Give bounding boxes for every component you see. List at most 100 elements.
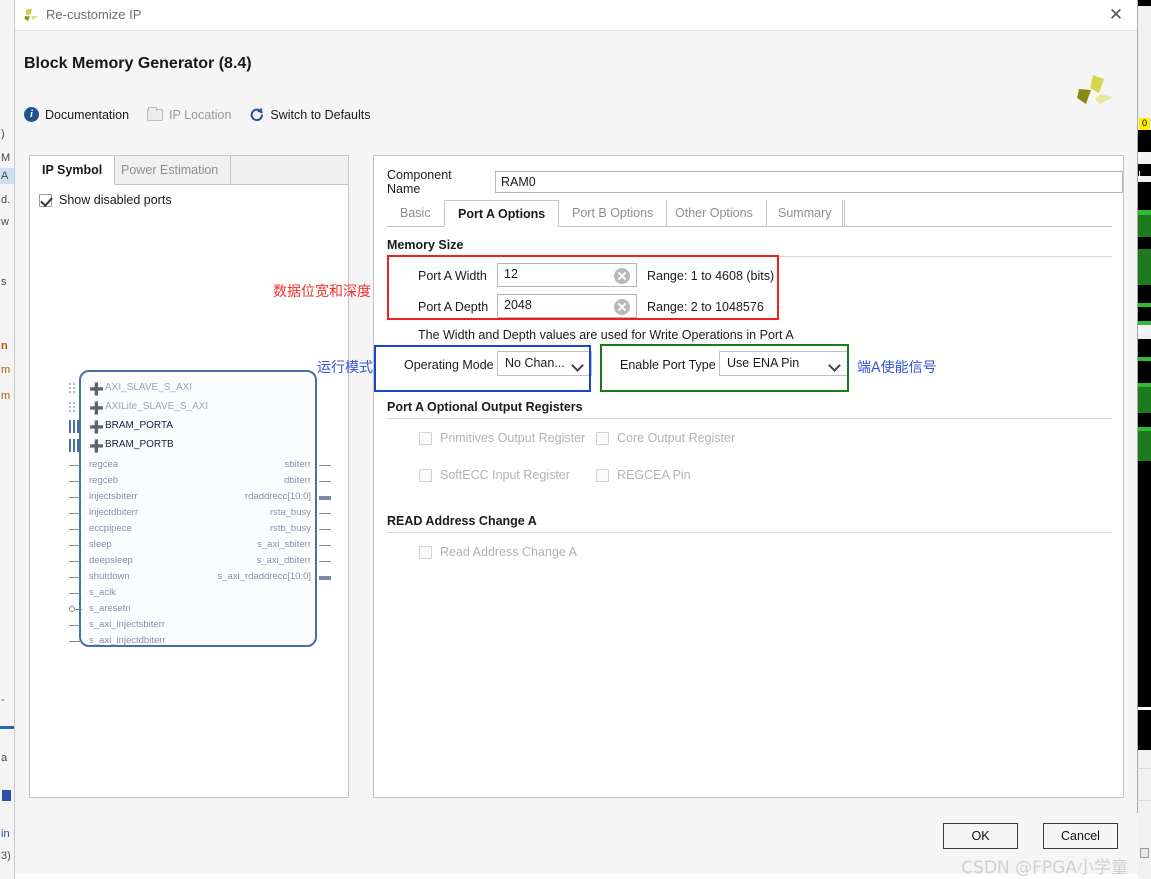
left-panel-tabs: IP Symbol Power Estimation [30, 156, 348, 185]
operating-mode-select[interactable]: No Chan... [497, 351, 592, 376]
port-a-depth-value: 2048 [504, 298, 532, 312]
pin-label: s_axi_injectdbiterr [89, 635, 166, 646]
operating-mode-label: Operating Mode [404, 358, 494, 372]
port-a-depth-label: Port A Depth [418, 300, 489, 314]
section-divider [387, 418, 1112, 419]
clear-icon[interactable] [614, 268, 630, 284]
pin-label: s_axi_dbiterr [256, 555, 311, 566]
cancel-button[interactable]: Cancel [1043, 823, 1118, 849]
chevron-down-icon [573, 361, 582, 370]
output-registers-title: Port A Optional Output Registers [387, 400, 583, 414]
pin-label: sbiterr [284, 459, 311, 470]
read-address-change-a-checkbox[interactable]: Read Address Change A [419, 545, 577, 559]
documentation-button[interactable]: i Documentation [24, 107, 129, 122]
clear-icon[interactable] [614, 299, 630, 315]
bus-dots-icon [69, 383, 78, 394]
annotation-text-width-depth: 数据位宽和深度 [273, 284, 371, 300]
dialog-header: Block Memory Generator (8.4) i Documenta… [15, 31, 1137, 138]
port-a-width-label: Port A Width [418, 269, 487, 283]
expand-plus-icon[interactable]: ➕ [89, 440, 104, 452]
bus-bars-icon [69, 439, 79, 452]
tab-port-b-options[interactable]: Port B Options [559, 200, 668, 227]
header-toolbar: i Documentation IP Location Switch to De… [24, 106, 370, 122]
ok-button[interactable]: OK [943, 823, 1018, 849]
tab-summary[interactable]: Summary [765, 200, 846, 227]
port-a-depth-range: Range: 2 to 1048576 [647, 300, 764, 314]
output-pin: sbiterr [81, 459, 331, 475]
expand-plus-icon[interactable]: ➕ [89, 421, 104, 433]
checkbox-icon [419, 545, 432, 559]
dialog-body: IP Symbol Power Estimation Show disabled… [15, 138, 1138, 813]
chevron-down-icon [830, 361, 839, 370]
refresh-icon [249, 107, 264, 122]
checkbox-icon [419, 468, 432, 482]
enable-port-type-value: Use ENA Pin [727, 356, 800, 370]
checkbox-icon [39, 193, 52, 207]
memory-size-title: Memory Size [387, 238, 464, 252]
close-icon[interactable]: ✕ [1105, 5, 1127, 27]
bus-row: ➕ BRAM_PORTB [69, 438, 319, 454]
background-window-right: 0 s L 0 [1138, 0, 1151, 879]
output-pin: s_axi_dbiterr [81, 555, 331, 571]
annotation-text-operating-mode: 运行模式 [317, 360, 373, 376]
pin-label: dbiterr [284, 475, 311, 486]
primitives-output-register-checkbox[interactable]: Primitives Output Register [419, 431, 585, 445]
port-a-depth-input[interactable]: 2048 [497, 294, 637, 318]
port-a-width-value: 12 [504, 267, 518, 281]
documentation-label: Documentation [45, 107, 130, 122]
ip-location-label: IP Location [169, 107, 232, 122]
annotation-text-enable-signal: 端A使能信号 [857, 360, 937, 376]
output-pin: rstb_busy [81, 523, 331, 539]
switch-to-defaults-label: Switch to Defaults [270, 107, 371, 122]
bus-label: BRAM_PORTA [105, 420, 173, 431]
dialog-title: Re-customize IP [46, 7, 142, 22]
checkbox-label: REGCEA Pin [617, 468, 691, 482]
output-pin: rdaddrecc[10:0] [81, 491, 331, 507]
tab-power-estimation[interactable]: Power Estimation [109, 156, 232, 185]
tab-ip-symbol[interactable]: IP Symbol [30, 156, 116, 185]
component-name-input[interactable]: RAM0 [495, 171, 1123, 193]
output-pin: s_axi_sbiterr [81, 539, 331, 555]
checkbox-label: SoftECC Input Register [440, 468, 570, 482]
softecc-input-register-checkbox[interactable]: SoftECC Input Register [419, 468, 570, 482]
pin-label: s_aclk [89, 587, 116, 598]
tab-port-a-options[interactable]: Port A Options [444, 200, 560, 227]
xilinx-logo-icon [22, 7, 40, 25]
port-a-width-input[interactable]: 12 [497, 263, 637, 287]
checkbox-label: Read Address Change A [440, 545, 577, 559]
dialog-footer: OK Cancel CSDN @FPGA小学童 [15, 813, 1138, 878]
show-disabled-ports-label: Show disabled ports [59, 193, 172, 207]
bus-label: AXI_SLAVE_S_AXI [105, 382, 193, 393]
bus-row: ➕ AXI_SLAVE_S_AXI [69, 381, 319, 397]
tab-basic[interactable]: Basic [387, 200, 445, 227]
inverted-pin-icon [69, 606, 82, 613]
switch-to-defaults-button[interactable]: Switch to Defaults [249, 107, 370, 122]
ip-location-button[interactable]: IP Location [147, 106, 232, 122]
show-disabled-ports-checkbox[interactable]: Show disabled ports [39, 193, 172, 207]
input-pin-inverted: s_aresetn [69, 603, 319, 619]
xilinx-brand-logo-icon [1075, 73, 1115, 107]
output-pin: dbiterr [81, 475, 331, 491]
info-icon: i [24, 107, 39, 122]
bus-row: ➕ AXILite_SLAVE_S_AXI [69, 400, 319, 416]
re-customize-ip-dialog: Re-customize IP ✕ Block Memory Generator… [15, 0, 1138, 878]
tab-other-options[interactable]: Other Options [662, 200, 767, 227]
page-title: Block Memory Generator (8.4) [24, 55, 252, 72]
ip-symbol-panel: IP Symbol Power Estimation Show disabled… [29, 155, 349, 798]
dialog-titlebar: Re-customize IP ✕ [15, 0, 1137, 31]
memory-size-note: The Width and Depth values are used for … [418, 328, 794, 342]
core-output-register-checkbox[interactable]: Core Output Register [596, 431, 735, 445]
ip-symbol-block: ➕ AXI_SLAVE_S_AXI ➕ AXILite_SLAVE_S_AXI [69, 370, 331, 647]
operating-mode-value: No Chan... [505, 356, 565, 370]
options-panel: Component Name RAM0 Basic Port A Options… [373, 155, 1124, 798]
options-tabs: Basic Port A Options Port B Options Othe… [387, 200, 1112, 227]
enable-port-type-label: Enable Port Type [620, 358, 716, 372]
regcea-pin-checkbox[interactable]: REGCEA Pin [596, 468, 691, 482]
pin-label: rsta_busy [269, 507, 311, 518]
expand-plus-icon[interactable]: ➕ [89, 402, 104, 414]
output-pin: s_axi_rdaddrecc[10:0] [81, 571, 331, 587]
expand-plus-icon[interactable]: ➕ [89, 383, 104, 395]
bus-dots-icon [69, 402, 78, 413]
enable-port-type-select[interactable]: Use ENA Pin [719, 351, 849, 376]
input-pin: s_aclk [69, 587, 319, 603]
